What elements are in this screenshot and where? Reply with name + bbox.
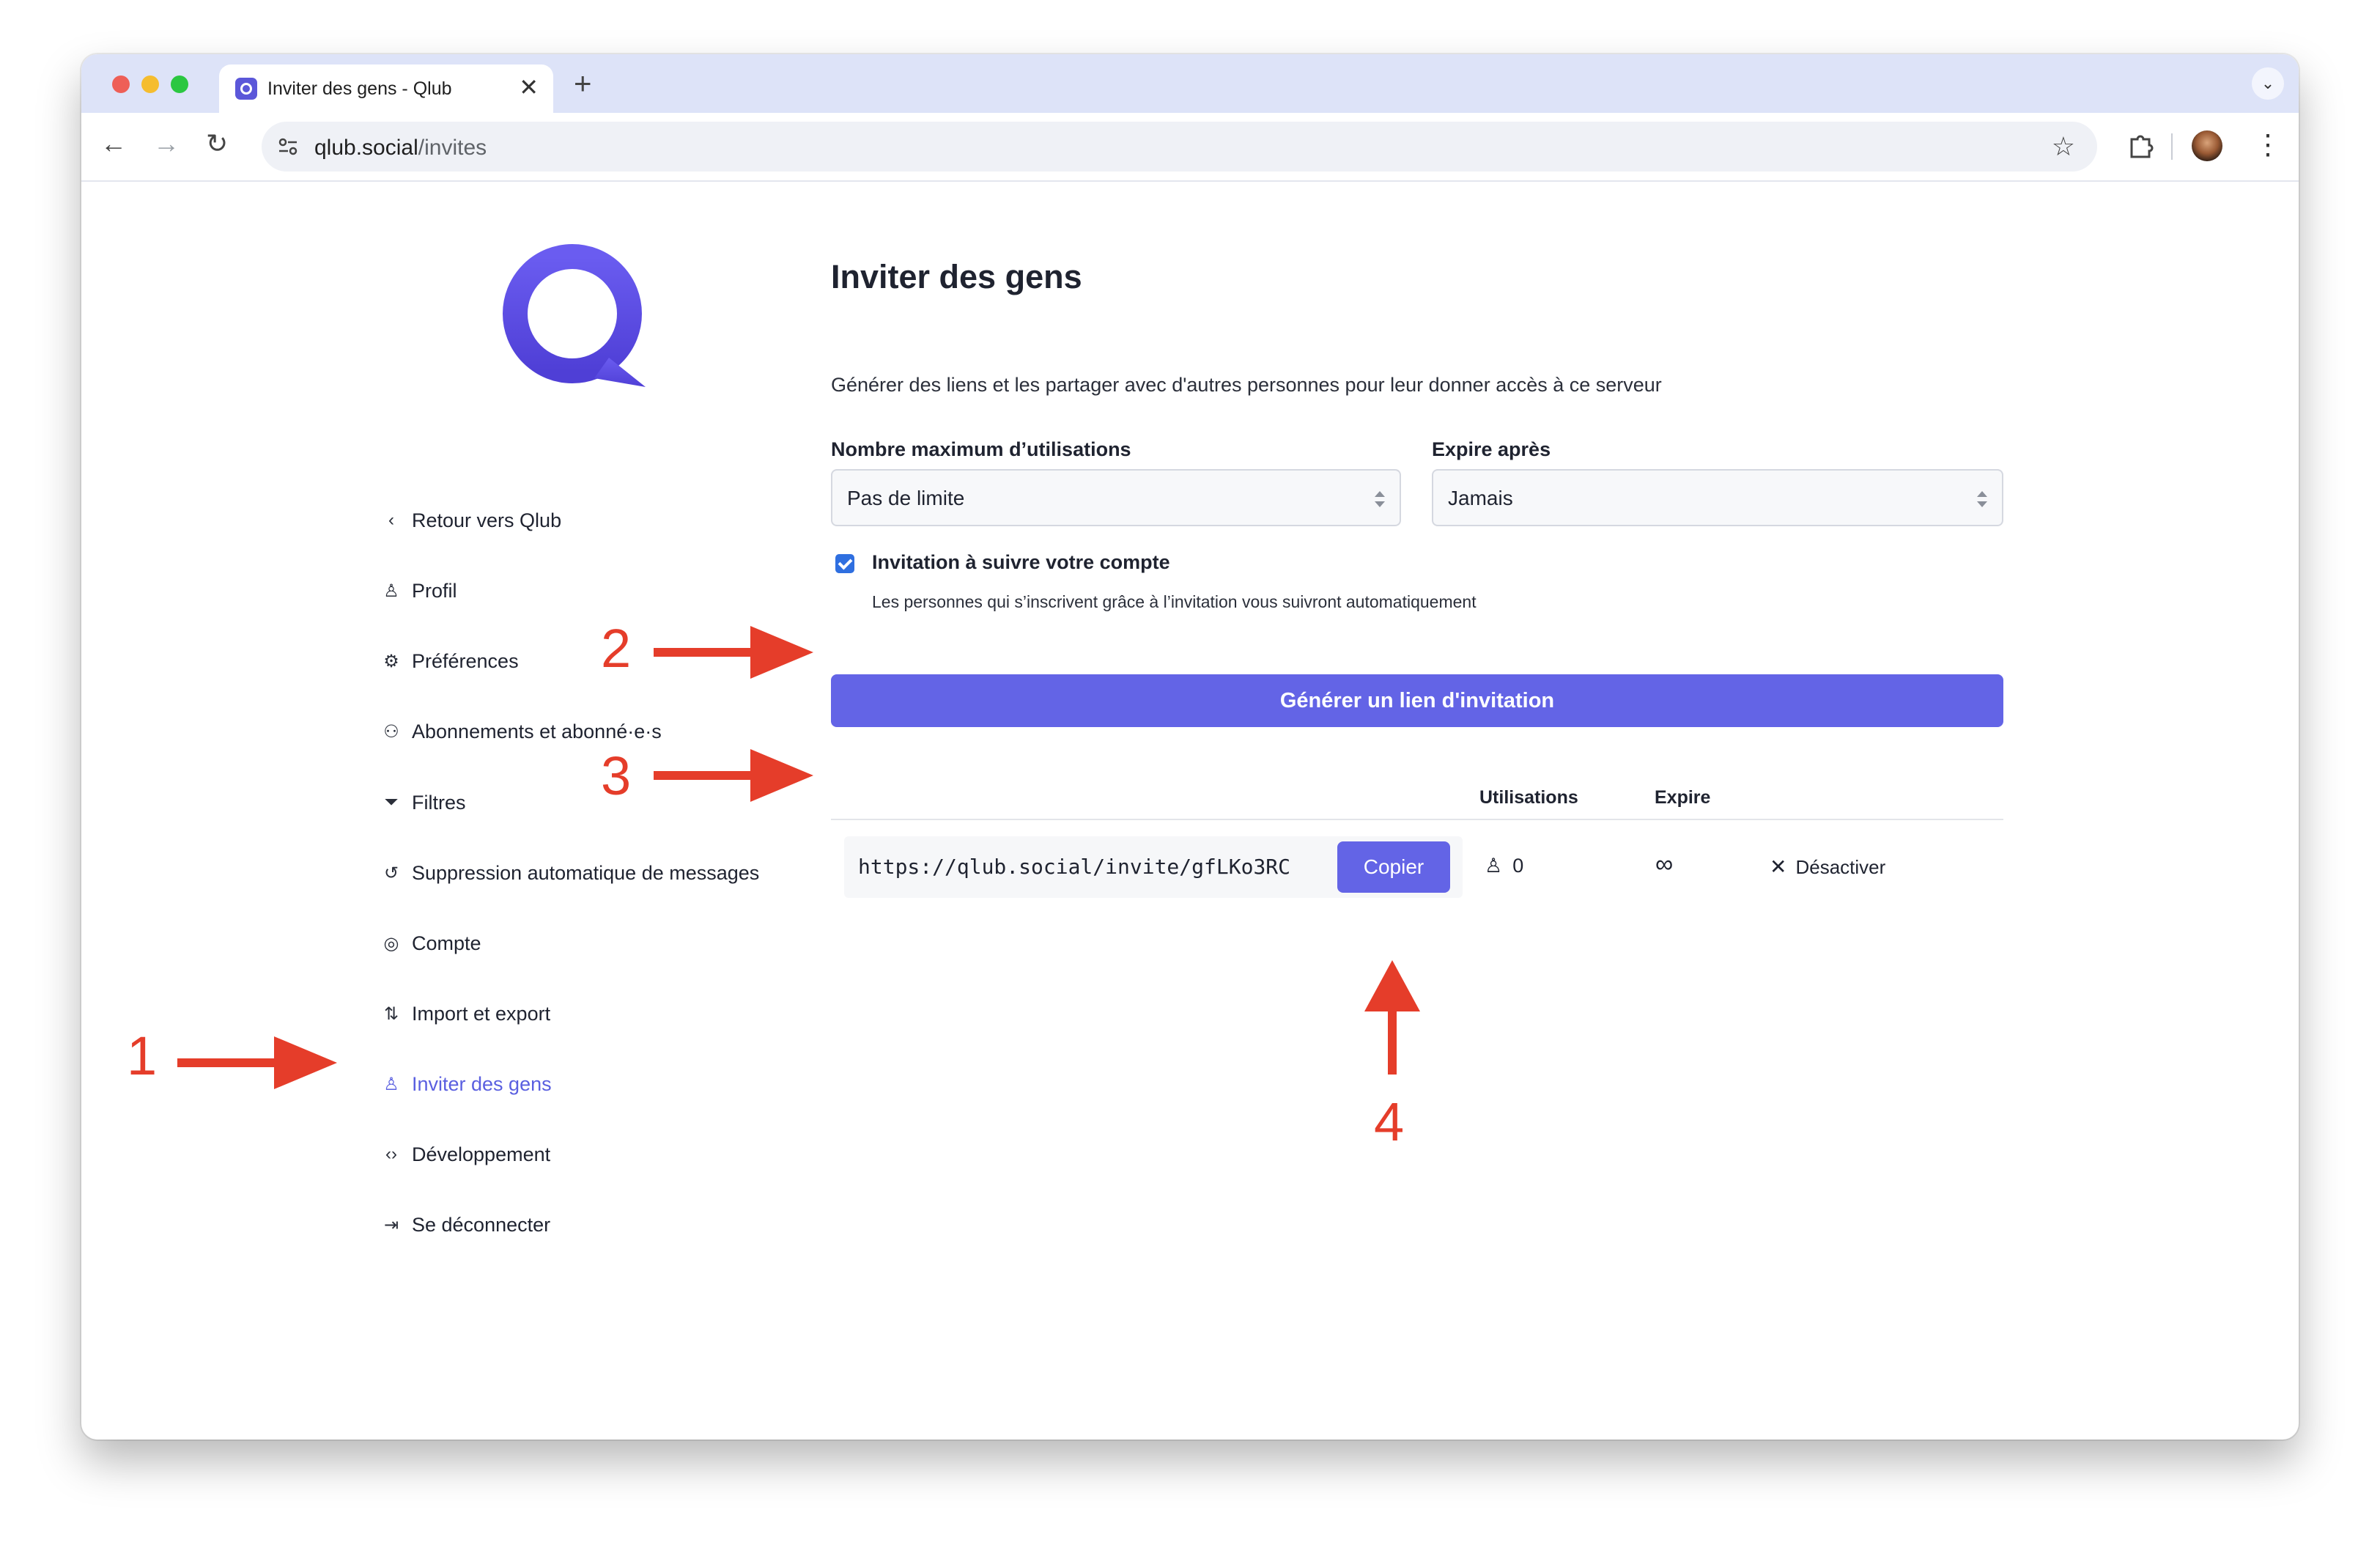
sidebar-item-label: Inviter des gens bbox=[412, 1072, 552, 1095]
max-uses-select[interactable]: Pas de limite bbox=[831, 469, 1401, 526]
sidebar-item-label: Compte bbox=[412, 932, 481, 954]
close-window-button[interactable] bbox=[112, 75, 130, 93]
annotation-arrow-2 bbox=[654, 626, 813, 679]
column-header-expires: Expire bbox=[1655, 787, 1711, 808]
annotation-number-1: 1 bbox=[127, 1025, 158, 1086]
extensions-puzzle-icon[interactable] bbox=[2126, 130, 2155, 160]
sidebar-item-label: Import et export bbox=[412, 1002, 551, 1025]
sidebar-item-profil[interactable]: ♙ Profil bbox=[380, 572, 457, 609]
tab-close-icon[interactable]: ✕ bbox=[519, 75, 539, 100]
sidebar-item-compte[interactable]: ◎ Compte bbox=[380, 925, 481, 962]
invite-link-text[interactable]: https://qlub.social/invite/gfLKo3RC bbox=[858, 855, 1290, 879]
sidebar-item-label: Retour vers Qlub bbox=[412, 509, 562, 531]
user-plus-icon: ♙ bbox=[383, 1074, 399, 1094]
browser-window: Inviter des gens - Qlub ✕ + ⌄ ← → ↻ qlub… bbox=[81, 54, 2299, 1440]
expires-label: Expire après bbox=[1432, 438, 1551, 460]
expires-select[interactable]: Jamais bbox=[1432, 469, 2003, 526]
profile-avatar[interactable] bbox=[2192, 130, 2222, 161]
select-updown-icon bbox=[1977, 491, 1987, 507]
chevron-left-icon: ‹ bbox=[388, 510, 394, 530]
user-icon: ♙ bbox=[1485, 855, 1503, 877]
account-icon: ◎ bbox=[383, 933, 399, 954]
url-text[interactable]: qlub.social/invites bbox=[314, 136, 487, 161]
sidebar-item-label: Filtres bbox=[412, 791, 466, 814]
sidebar-item-inviter[interactable]: ♙ Inviter des gens bbox=[380, 1066, 552, 1102]
tab-search-chevron-icon[interactable]: ⌄ bbox=[2252, 67, 2284, 100]
autofollow-hint: Les personnes qui s’inscrivent grâce à l… bbox=[872, 592, 1477, 611]
expires-value: Jamais bbox=[1448, 487, 1513, 509]
sidebar-item-preferences[interactable]: ⚙ Préférences bbox=[380, 643, 519, 679]
maximize-window-button[interactable] bbox=[171, 75, 188, 93]
max-uses-label: Nombre maximum d’utilisations bbox=[831, 438, 1131, 460]
site-settings-icon[interactable] bbox=[276, 135, 300, 158]
gear-icon: ⚙ bbox=[383, 651, 399, 671]
page-title: Inviter des gens bbox=[831, 258, 1082, 295]
address-bar[interactable]: qlub.social/invites ☆ bbox=[262, 122, 2097, 172]
tab-strip: Inviter des gens - Qlub ✕ + ⌄ bbox=[81, 54, 2299, 113]
column-header-uses: Utilisations bbox=[1479, 787, 1578, 808]
generate-invite-button[interactable]: Générer un lien d'invitation bbox=[831, 674, 2003, 727]
sidebar-item-label: Profil bbox=[412, 579, 457, 602]
browser-toolbar: ← → ↻ qlub.social/invites ☆ ⋮ bbox=[81, 113, 2299, 182]
tab-title: Inviter des gens - Qlub bbox=[267, 78, 452, 99]
annotation-arrow-1 bbox=[177, 1036, 337, 1089]
annotation-number-4: 4 bbox=[1374, 1091, 1405, 1152]
sidebar-item-filtres[interactable]: ⏷ Filtres bbox=[380, 784, 466, 821]
user-icon: ♙ bbox=[383, 580, 399, 601]
history-icon: ↺ bbox=[383, 863, 399, 883]
annotation-arrow-3 bbox=[654, 749, 813, 802]
minimize-window-button[interactable] bbox=[141, 75, 159, 93]
bookmark-star-icon[interactable]: ☆ bbox=[2052, 129, 2075, 164]
deactivate-button[interactable]: ✕ Désactiver bbox=[1770, 855, 1885, 879]
copy-button[interactable]: Copier bbox=[1337, 841, 1450, 893]
autofollow-checkbox[interactable] bbox=[835, 554, 854, 573]
uses-count: ♙ 0 bbox=[1485, 855, 1524, 877]
toolbar-divider bbox=[2171, 133, 2173, 160]
max-uses-value: Pas de limite bbox=[847, 487, 965, 509]
new-tab-button[interactable]: + bbox=[574, 68, 592, 99]
annotation-arrow-4 bbox=[1364, 960, 1420, 1075]
sidebar-item-label: Abonnements et abonné·e·s bbox=[412, 720, 662, 742]
sidebar-item-developpement[interactable]: ‹› Développement bbox=[380, 1136, 550, 1173]
back-arrow-icon[interactable]: ← bbox=[100, 128, 127, 160]
sidebar-item-suppression[interactable]: ↺ Suppression automatique de messages bbox=[380, 855, 759, 891]
sidebar-item-label: Préférences bbox=[412, 649, 519, 672]
select-updown-icon bbox=[1375, 491, 1385, 507]
sidebar-item-retour[interactable]: ‹ Retour vers Qlub bbox=[380, 502, 561, 539]
code-icon: ‹› bbox=[385, 1144, 397, 1164]
sidebar-item-label: Suppression automatique de messages bbox=[412, 861, 760, 884]
users-icon: ⚇ bbox=[383, 721, 399, 742]
sidebar-item-label: Se déconnecter bbox=[412, 1213, 551, 1236]
reload-icon[interactable]: ↻ bbox=[206, 128, 228, 160]
browser-tab[interactable]: Inviter des gens - Qlub ✕ bbox=[219, 64, 553, 113]
sidebar-item-abonnements[interactable]: ⚇ Abonnements et abonné·e·s bbox=[380, 713, 662, 750]
sidebar-item-label: Développement bbox=[412, 1143, 551, 1165]
logout-icon: ⇥ bbox=[383, 1215, 399, 1235]
sidebar-item-deconnecter[interactable]: ⇥ Se déconnecter bbox=[380, 1206, 550, 1243]
annotation-number-3: 3 bbox=[601, 745, 632, 806]
page-description: Générer des liens et les partager avec d… bbox=[831, 374, 1662, 396]
import-export-icon: ⇅ bbox=[383, 1003, 399, 1024]
qlub-logo bbox=[503, 244, 646, 387]
expires-value-cell: ∞ bbox=[1655, 850, 1674, 878]
annotation-number-2: 2 bbox=[601, 618, 632, 679]
forward-arrow-icon[interactable]: → bbox=[153, 128, 180, 160]
table-divider bbox=[831, 819, 2003, 820]
sidebar-item-import-export[interactable]: ⇅ Import et export bbox=[380, 995, 550, 1032]
qlub-favicon-icon bbox=[235, 78, 257, 100]
page-content: ‹ Retour vers Qlub ♙ Profil ⚙ Préférence… bbox=[81, 182, 2299, 1440]
autofollow-label[interactable]: Invitation à suivre votre compte bbox=[872, 551, 1170, 574]
filter-icon: ⏷ bbox=[384, 792, 399, 812]
close-icon: ✕ bbox=[1770, 855, 1787, 878]
browser-menu-icon[interactable]: ⋮ bbox=[2254, 126, 2282, 164]
